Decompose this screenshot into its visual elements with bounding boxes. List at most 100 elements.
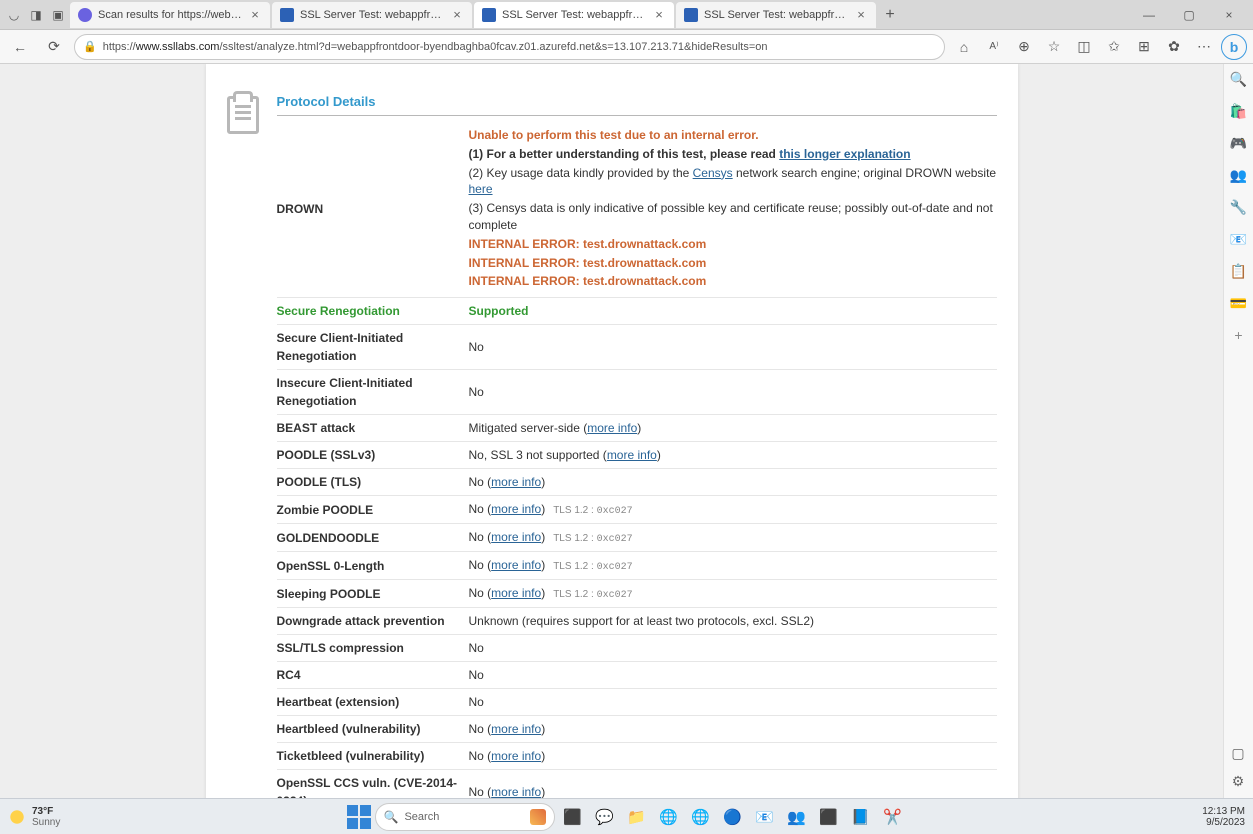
favorite-icon[interactable]: ☆: [1041, 34, 1067, 60]
edge-icon[interactable]: 🌐: [655, 803, 683, 831]
close-icon[interactable]: ×: [652, 8, 666, 22]
row-downgrade: Downgrade attack prevention Unknown (req…: [277, 608, 997, 635]
address-bar: ← ⟳ 🔒 https://www.ssllabs.com/ssltest/an…: [0, 30, 1253, 64]
link-more-info[interactable]: more info: [491, 586, 541, 600]
taskbar: 73°FSunny 🔍 Search ⬛ 💬 📁 🌐 🌐 🔵 📧 👥 ⬛ 📘 ✂…: [0, 798, 1253, 834]
row-rc4: RC4 No: [277, 662, 997, 689]
link-more-info[interactable]: more info: [491, 722, 541, 736]
rewards-icon[interactable]: 🛍️: [1230, 102, 1248, 120]
url-input[interactable]: 🔒 https://www.ssllabs.com/ssltest/analyz…: [74, 34, 945, 60]
link-drown-site[interactable]: here: [469, 182, 493, 196]
row-ccs: OpenSSL CCS vuln. (CVE-2014-0224) No (mo…: [277, 770, 997, 798]
section-title: Protocol Details: [277, 94, 997, 116]
notes-icon[interactable]: 📋: [1230, 262, 1248, 280]
side-rail: 🔍 🛍️ 🎮 👥 🔧 📧 📋 💳 +: [1223, 64, 1253, 798]
favicon-icon: [482, 8, 496, 22]
url-text: https://www.ssllabs.com/ssltest/analyze.…: [103, 41, 768, 53]
home-icon[interactable]: ⌂: [951, 34, 977, 60]
add-rail-icon[interactable]: +: [1230, 326, 1248, 344]
value-drown: Unable to perform this test due to an in…: [469, 120, 997, 298]
tab-2[interactable]: SSL Server Test: webappfrontdo ×: [474, 2, 674, 28]
sun-icon: [8, 808, 26, 826]
row-sleeping: Sleeping POODLE No (more info)TLS 1.2 : …: [277, 580, 997, 608]
chrome-icon[interactable]: 🔵: [719, 803, 747, 831]
protocol-details-section: Protocol Details DROWN Unable to perform…: [227, 94, 997, 798]
collections-icon[interactable]: ⊞: [1131, 34, 1157, 60]
taskbar-pinned: ⬛ 💬 📁 🌐 🌐 🔵 📧 👥 ⬛ 📘 ✂️: [559, 803, 907, 831]
close-icon[interactable]: ×: [450, 8, 464, 22]
protocol-details-table: DROWN Unable to perform this test due to…: [277, 120, 997, 798]
tab-title: SSL Server Test: webappfrontdo: [704, 9, 848, 21]
link-more-info[interactable]: more info: [491, 475, 541, 489]
read-aloud-icon[interactable]: A⁾: [981, 34, 1007, 60]
close-window-button[interactable]: ×: [1209, 0, 1249, 30]
search-icon: 🔍: [384, 810, 399, 824]
link-explanation[interactable]: this longer explanation: [779, 147, 910, 161]
row-compression: SSL/TLS compression No: [277, 635, 997, 662]
clipboard-icon: [227, 96, 259, 134]
bing-button[interactable]: b: [1221, 34, 1247, 60]
search-highlight-icon: [530, 809, 546, 825]
row-insec-client: Insecure Client-Initiated Renegotiation …: [277, 370, 997, 415]
snip-icon[interactable]: ✂️: [879, 803, 907, 831]
side-rail-footer: ▢ ⚙: [1223, 744, 1253, 798]
link-more-info[interactable]: more info: [607, 448, 657, 462]
page-container: Protocol Details DROWN Unable to perform…: [206, 64, 1018, 798]
link-more-info[interactable]: more info: [491, 502, 541, 516]
tab-3[interactable]: SSL Server Test: webappfrontdo ×: [676, 2, 876, 28]
link-more-info[interactable]: more info: [491, 749, 541, 763]
clock[interactable]: 12:13 PM 9/5/2023: [1202, 806, 1245, 828]
close-icon[interactable]: ×: [248, 8, 262, 22]
explorer-icon[interactable]: 📁: [623, 803, 651, 831]
extensions-icon[interactable]: ✿: [1161, 34, 1187, 60]
profile-icon[interactable]: ◡: [4, 5, 24, 25]
word-icon[interactable]: 📘: [847, 803, 875, 831]
taskbar-right: 12:13 PM 9/5/2023: [1202, 806, 1245, 828]
refresh-button[interactable]: ⟳: [40, 33, 68, 61]
weather-widget[interactable]: 73°FSunny: [8, 806, 60, 828]
tools-icon[interactable]: 🔧: [1230, 198, 1248, 216]
tab-title: SSL Server Test: webappfrontdo: [502, 9, 646, 21]
collapse-rail-icon[interactable]: ▢: [1229, 744, 1247, 762]
link-censys[interactable]: Censys: [693, 166, 733, 180]
row-beast: BEAST attack Mitigated server-side (more…: [277, 415, 997, 442]
window-controls: — ▢ ×: [1129, 0, 1249, 30]
link-more-info[interactable]: more info: [491, 785, 541, 798]
taskbar-search[interactable]: 🔍 Search: [375, 803, 555, 831]
zoom-icon[interactable]: ⊕: [1011, 34, 1037, 60]
workspaces-icon[interactable]: ◨: [26, 5, 46, 25]
chat-icon[interactable]: 💬: [591, 803, 619, 831]
split-icon[interactable]: ◫: [1071, 34, 1097, 60]
favorites-list-icon[interactable]: ✩: [1101, 34, 1127, 60]
link-more-info[interactable]: more info: [587, 421, 637, 435]
row-poodle-ssl: POODLE (SSLv3) No, SSL 3 not supported (…: [277, 442, 997, 469]
teams-icon[interactable]: 👥: [783, 803, 811, 831]
settings-rail-icon[interactable]: ⚙: [1229, 772, 1247, 790]
link-more-info[interactable]: more info: [491, 558, 541, 572]
search-rail-icon[interactable]: 🔍: [1230, 70, 1248, 88]
games-icon[interactable]: 🎮: [1230, 134, 1248, 152]
people-icon[interactable]: 👥: [1230, 166, 1248, 184]
tab-0[interactable]: Scan results for https://webappfrontdo ×: [70, 2, 270, 28]
taskbar-center: 🔍 Search ⬛ 💬 📁 🌐 🌐 🔵 📧 👥 ⬛ 📘 ✂️: [347, 799, 907, 834]
close-icon[interactable]: ×: [854, 8, 868, 22]
maximize-button[interactable]: ▢: [1169, 0, 1209, 30]
outlook-icon[interactable]: 📧: [1230, 230, 1248, 248]
minimize-button[interactable]: —: [1129, 0, 1169, 30]
menu-icon[interactable]: ⋯: [1191, 34, 1217, 60]
tab-strip: ◡ ◨ ▣ Scan results for https://webappfro…: [0, 0, 1253, 30]
tab-title: Scan results for https://webappfrontdo: [98, 9, 242, 21]
start-button[interactable]: [347, 805, 371, 829]
browser-chrome: ◡ ◨ ▣ Scan results for https://webappfro…: [0, 0, 1253, 64]
row-heartbleed: Heartbleed (vulnerability) No (more info…: [277, 716, 997, 743]
new-tab-button[interactable]: +: [878, 3, 902, 27]
tab-actions-icon[interactable]: ▣: [48, 5, 68, 25]
edge-dev-icon[interactable]: 🌐: [687, 803, 715, 831]
link-more-info[interactable]: more info: [491, 530, 541, 544]
terminal-icon[interactable]: ⬛: [815, 803, 843, 831]
outlook-app-icon[interactable]: 📧: [751, 803, 779, 831]
tab-1[interactable]: SSL Server Test: webappfrontdo ×: [272, 2, 472, 28]
wallet-icon[interactable]: 💳: [1230, 294, 1248, 312]
back-button[interactable]: ←: [6, 33, 34, 61]
task-view-icon[interactable]: ⬛: [559, 803, 587, 831]
